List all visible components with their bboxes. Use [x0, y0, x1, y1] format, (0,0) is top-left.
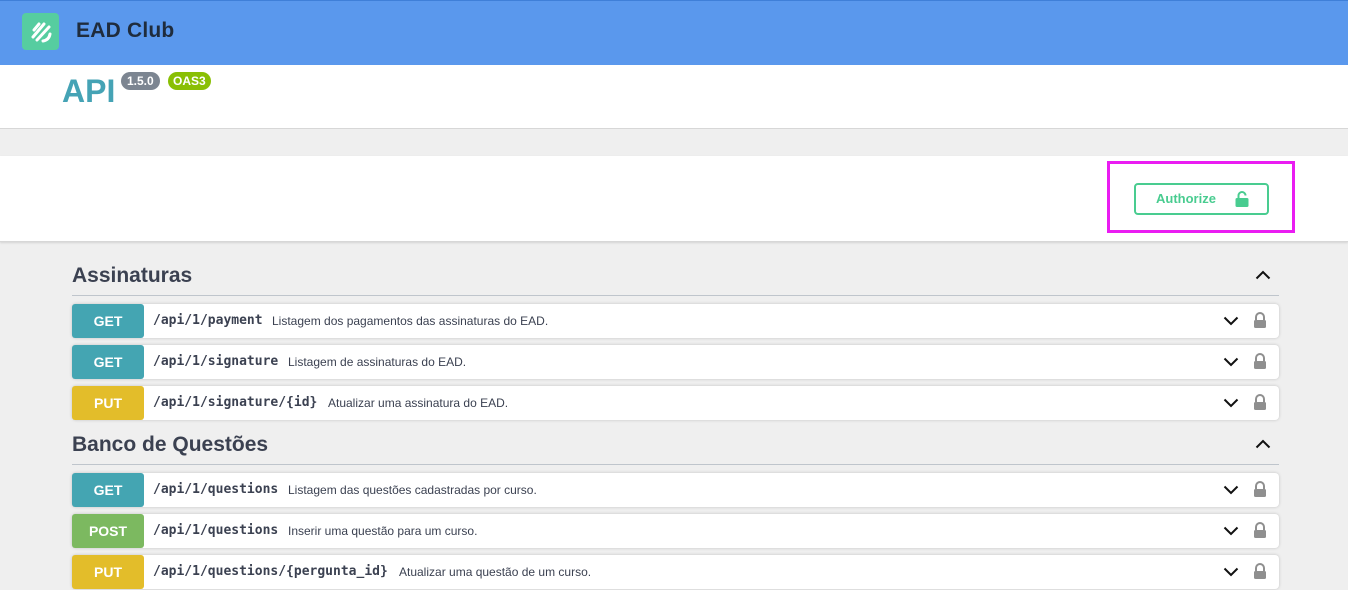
- lock-icon[interactable]: [1252, 521, 1268, 539]
- lock-icon[interactable]: [1252, 311, 1268, 329]
- chevron-down-icon[interactable]: [1223, 315, 1239, 327]
- chevron-down-icon[interactable]: [1223, 397, 1239, 409]
- chevron-down-icon[interactable]: [1223, 484, 1239, 496]
- ead-club-logo-icon[interactable]: [22, 13, 59, 50]
- section-title: Assinaturas: [72, 264, 193, 287]
- operation-description: Listagem das questões cadastradas por cu…: [288, 483, 537, 497]
- section-header[interactable]: Assinaturas: [72, 256, 1279, 296]
- authorize-button[interactable]: Authorize: [1134, 183, 1269, 215]
- operation-get-signature[interactable]: GET /api/1/signature Listagem de assinat…: [72, 345, 1279, 379]
- operation-description: Atualizar uma assinatura do EAD.: [328, 396, 509, 410]
- api-info: API 1.5.0 OAS3: [0, 65, 1348, 129]
- operation-post-questions[interactable]: POST /api/1/questions Inserir uma questã…: [72, 514, 1279, 548]
- operation-path: /api/1/questions: [153, 482, 279, 497]
- unlocked-icon: [1235, 191, 1249, 207]
- lock-icon[interactable]: [1252, 480, 1268, 498]
- operation-put-signature[interactable]: PUT /api/1/signature/{id} Atualizar uma …: [72, 386, 1279, 420]
- lock-icon[interactable]: [1252, 352, 1268, 370]
- operation-get-questions[interactable]: GET /api/1/questions Listagem das questõ…: [72, 473, 1279, 507]
- scheme-container: Authorize: [0, 156, 1348, 242]
- operation-path: /api/1/questions/{pergunta_id}: [153, 564, 388, 579]
- operation-path: /api/1/signature: [153, 354, 279, 369]
- method-badge: PUT: [72, 386, 144, 420]
- section-header[interactable]: Banco de Questões: [72, 425, 1279, 465]
- operation-description: Inserir uma questão para um curso.: [288, 524, 478, 538]
- method-badge: GET: [72, 473, 144, 507]
- section-title: Banco de Questões: [72, 433, 269, 456]
- oas-badge: OAS3: [168, 72, 211, 90]
- chevron-down-icon[interactable]: [1223, 566, 1239, 578]
- section-banco-de-questoes: Banco de Questões GET /api/1/questions L…: [72, 425, 1279, 589]
- operation-description: Listagem dos pagamentos das assinaturas …: [272, 314, 549, 328]
- lock-icon[interactable]: [1252, 393, 1268, 411]
- method-badge: GET: [72, 345, 144, 379]
- section-assinaturas: Assinaturas GET /api/1/payment Listagem …: [72, 256, 1279, 420]
- method-badge: GET: [72, 304, 144, 338]
- version-badge: 1.5.0: [121, 72, 160, 90]
- authorize-label: Authorize: [1156, 191, 1216, 206]
- operation-path: /api/1/payment: [153, 313, 263, 328]
- chevron-down-icon[interactable]: [1223, 356, 1239, 368]
- chevron-up-icon[interactable]: [1255, 269, 1271, 281]
- operation-path: /api/1/questions: [153, 523, 279, 538]
- chevron-up-icon[interactable]: [1255, 438, 1271, 450]
- method-badge: POST: [72, 514, 144, 548]
- api-title: API: [62, 73, 116, 109]
- operation-description: Listagem de assinaturas do EAD.: [288, 355, 467, 369]
- method-badge: PUT: [72, 555, 144, 589]
- top-bar: EAD Club: [0, 0, 1348, 65]
- operation-path: /api/1/signature/{id}: [153, 395, 318, 410]
- brand-name[interactable]: EAD Club: [76, 19, 174, 43]
- operation-get-payment[interactable]: GET /api/1/payment Listagem dos pagament…: [72, 304, 1279, 338]
- operation-description: Atualizar uma questão de um curso.: [399, 565, 592, 579]
- lock-icon[interactable]: [1252, 562, 1268, 580]
- chevron-down-icon[interactable]: [1223, 525, 1239, 537]
- operation-put-question[interactable]: PUT /api/1/questions/{pergunta_id} Atual…: [72, 555, 1279, 589]
